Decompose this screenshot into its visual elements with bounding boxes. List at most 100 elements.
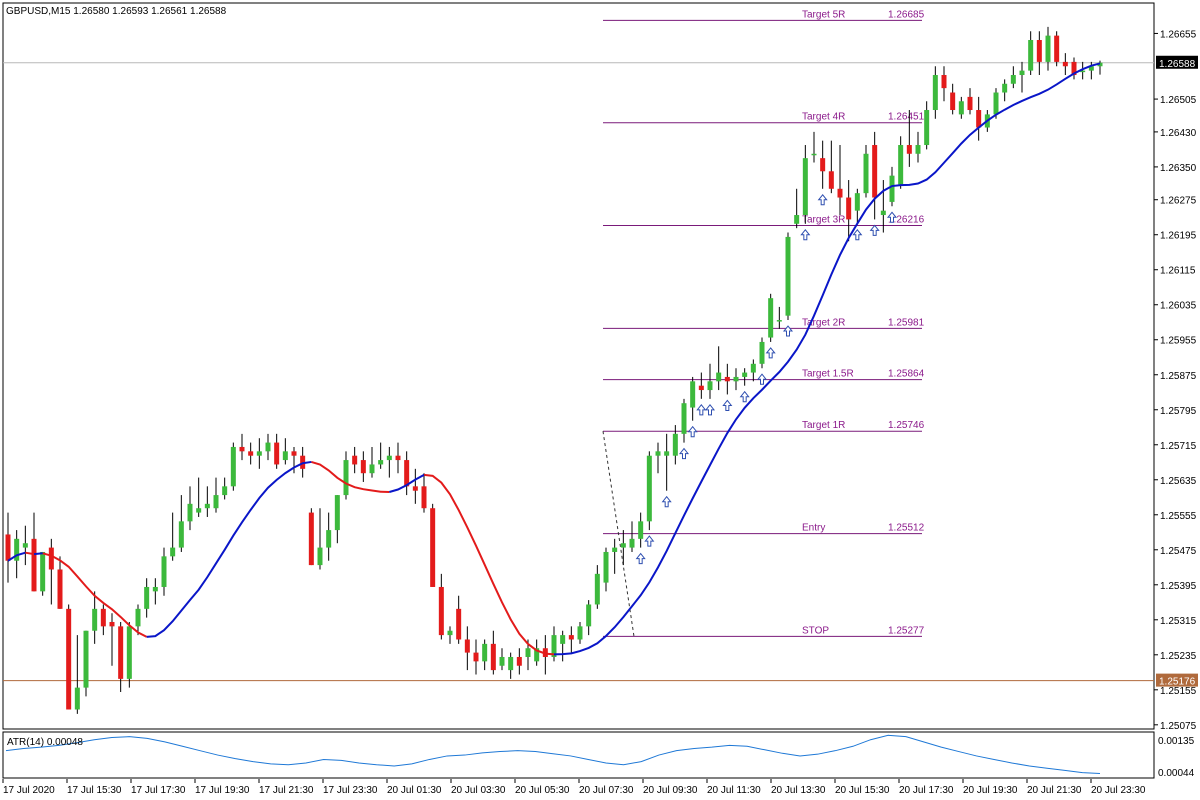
candle-body	[1002, 83, 1008, 93]
candle-body	[889, 175, 895, 202]
level-name: Target 1R	[802, 420, 845, 431]
candle-body	[499, 656, 505, 666]
candle-body	[239, 446, 245, 452]
candle-body	[100, 608, 106, 627]
level-name: Target 5R	[802, 9, 845, 20]
price-pane[interactable]: Target 5R 1.26685 Target 4R 1.26451 Target 3…	[2, 2, 1155, 730]
candle-body	[230, 446, 236, 487]
candle-body	[265, 442, 271, 452]
candle-body	[152, 586, 158, 592]
candle-body	[1062, 61, 1068, 67]
time-tick-label: 20 Jul 19:30	[963, 785, 1018, 796]
candle-body	[74, 687, 80, 710]
candle-body	[308, 512, 314, 566]
candle-body	[22, 543, 28, 548]
time-tick-label: 20 Jul 01:30	[387, 785, 442, 796]
candle-body	[1045, 35, 1051, 62]
time-tick-label: 20 Jul 13:30	[771, 785, 826, 796]
candle-body	[438, 586, 444, 636]
level-name: Target 1.5R	[802, 369, 854, 380]
current-price-value: 1.26588	[1159, 59, 1196, 70]
candle-body	[1010, 75, 1016, 84]
price-tick-label: 1.26115	[1160, 266, 1196, 277]
candle-body	[603, 551, 609, 583]
time-tick-label: 20 Jul 09:30	[643, 785, 698, 796]
candle-body	[560, 635, 566, 644]
candle-body	[958, 101, 964, 115]
price-tick-label: 1.25315	[1160, 616, 1197, 627]
candle-body	[620, 543, 626, 548]
candle-body	[464, 639, 470, 653]
current-price-tag: 1.26588	[1156, 55, 1198, 70]
atr-scale-low: 0.00044	[1158, 768, 1195, 779]
candle-body	[144, 586, 150, 609]
level-price: 1.25277	[888, 625, 925, 636]
atr-label: ATR(14) 0.00048	[7, 737, 83, 748]
candle-body	[516, 656, 522, 666]
price-tick-label: 1.25555	[1160, 511, 1197, 522]
level-name: Target 4R	[802, 112, 845, 123]
price-tick-label: 1.25795	[1160, 406, 1197, 417]
atr-scale-high: 0.00135	[1158, 736, 1195, 747]
candle-body	[369, 464, 375, 474]
time-tick-label: 20 Jul 05:30	[515, 785, 570, 796]
level-price: 1.25981	[888, 317, 925, 328]
candle-body	[594, 573, 600, 605]
candle-body	[976, 110, 982, 128]
candle-body	[898, 145, 904, 185]
candle-body	[482, 643, 488, 662]
candle-body	[109, 621, 115, 627]
candle-body	[638, 521, 644, 539]
price-tick-label: 1.26505	[1160, 95, 1197, 106]
candle-body	[222, 486, 228, 496]
candle-body	[48, 547, 54, 570]
candle-body	[924, 110, 930, 146]
candle-body	[447, 630, 453, 636]
time-tick-label: 17 Jul 15:30	[67, 785, 122, 796]
candle-body	[932, 75, 938, 111]
candle-body	[343, 460, 349, 496]
price-tick-label: 1.25395	[1160, 581, 1197, 592]
candle-body	[360, 460, 366, 474]
chart-window[interactable]: Target 5R 1.26685 Target 4R 1.26451 Target 3…	[0, 0, 1200, 800]
candle-body	[282, 451, 288, 461]
candle-body	[395, 455, 401, 461]
level-name: Entry	[802, 523, 825, 534]
time-tick-label: 20 Jul 07:30	[579, 785, 634, 796]
candle-body	[378, 460, 384, 465]
candle-body	[707, 381, 713, 391]
candle-body	[40, 551, 46, 592]
candle-body	[178, 521, 184, 548]
time-tick-label: 20 Jul 21:30	[1027, 785, 1082, 796]
candle-body	[672, 433, 678, 456]
candle-body	[1036, 40, 1042, 62]
candle-body	[508, 656, 514, 671]
candle-body	[880, 210, 886, 216]
candle-body	[846, 197, 852, 220]
candle-body	[664, 451, 670, 456]
candle-body	[759, 341, 765, 364]
candle-body	[577, 626, 583, 640]
candle-body	[794, 215, 800, 224]
candle-body	[690, 381, 696, 408]
candle-body	[118, 626, 124, 679]
level-price: 1.25864	[888, 369, 925, 380]
time-tick-label: 17 Jul 23:30	[323, 785, 378, 796]
candle-body	[967, 96, 973, 111]
price-tick-label: 1.25635	[1160, 476, 1197, 487]
candle-body	[733, 376, 739, 382]
candle-body	[187, 503, 193, 522]
candle-body	[57, 569, 63, 609]
time-tick-label: 20 Jul 23:30	[1091, 785, 1146, 796]
candle-body	[716, 372, 722, 382]
candle-body	[586, 604, 592, 627]
candle-body	[1028, 40, 1034, 71]
time-axis: 17 Jul 2020 17 Jul 15:30 17 Jul 17:30 17 Ju…	[2, 779, 1146, 796]
price-tick-label: 1.26430	[1160, 128, 1197, 139]
level-price: 1.26685	[888, 9, 925, 20]
level-price: 1.25512	[888, 523, 925, 534]
candle-body	[629, 538, 635, 548]
atr-pane[interactable]: ATR(14) 0.00048 0.00135 0.00044	[2, 731, 1195, 779]
candle-body	[291, 451, 297, 456]
candle-body	[430, 508, 436, 587]
